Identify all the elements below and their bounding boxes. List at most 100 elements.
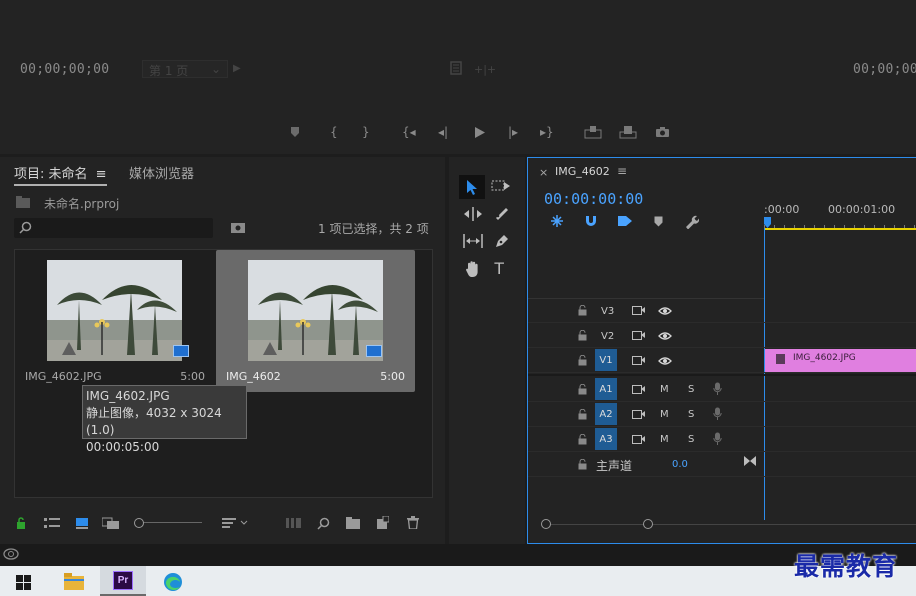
playhead-handle[interactable] <box>764 217 772 229</box>
add-marker-icon[interactable] <box>654 216 663 227</box>
insert-icon[interactable] <box>584 125 602 139</box>
go-to-out-icon[interactable]: ▸} <box>540 125 554 139</box>
sync-lock-icon[interactable] <box>632 355 645 366</box>
trash-icon[interactable] <box>407 516 419 529</box>
lock-icon[interactable] <box>578 384 587 395</box>
page-select[interactable]: 第 1 页 ⌄ <box>142 60 228 78</box>
wrench-icon[interactable] <box>684 214 699 229</box>
eye-icon[interactable] <box>658 306 672 316</box>
time-ruler[interactable] <box>764 221 916 230</box>
project-item[interactable]: IMG_4602 5:00 <box>216 250 415 392</box>
microphone-icon[interactable] <box>713 382 722 396</box>
icon-view-icon[interactable] <box>76 517 88 529</box>
freeform-view-icon[interactable] <box>102 517 120 529</box>
track-v1[interactable]: V1 IMG_4602.JPG <box>528 348 916 373</box>
pen-tool[interactable] <box>494 233 510 249</box>
automate-to-sequence-icon[interactable] <box>286 518 302 528</box>
master-volume[interactable]: 0.0 <box>672 459 688 470</box>
mark-out-icon[interactable]: } <box>362 125 370 139</box>
step-back-icon[interactable]: ◂| <box>438 125 448 139</box>
mute-button[interactable]: M <box>660 434 669 445</box>
slip-tool[interactable] <box>463 234 483 248</box>
sequence-tab[interactable]: IMG_4602 <box>555 165 610 178</box>
sync-lock-icon[interactable] <box>632 330 645 341</box>
close-icon[interactable]: × <box>539 166 548 179</box>
file-explorer-icon[interactable] <box>64 573 84 590</box>
windows-start-icon[interactable] <box>16 575 31 590</box>
sort-icon[interactable] <box>222 517 248 529</box>
panel-menu-icon[interactable]: ≡ <box>96 167 107 182</box>
eye-icon[interactable] <box>658 331 672 341</box>
scrollbar-handle-right[interactable] <box>643 519 653 529</box>
microphone-icon[interactable] <box>713 407 722 421</box>
project-item[interactable]: IMG_4602.JPG 5:00 <box>15 250 215 392</box>
sync-lock-icon[interactable] <box>632 409 645 420</box>
selection-tool[interactable] <box>459 175 485 199</box>
play-icon[interactable] <box>474 126 486 139</box>
go-to-in-icon[interactable]: {◂ <box>402 125 416 139</box>
tab-media-browser[interactable]: 媒体浏览器 <box>129 163 194 182</box>
ripple-edit-tool[interactable] <box>463 207 483 221</box>
lock-icon[interactable] <box>578 434 587 445</box>
track-target-a2[interactable]: A2 <box>595 403 617 425</box>
waveform-icon[interactable]: +|+ <box>474 63 496 76</box>
taskbar-premiere-button[interactable]: Pr <box>100 566 146 596</box>
lock-icon[interactable] <box>578 330 587 341</box>
creative-cloud-icon[interactable] <box>3 548 19 560</box>
track-a3[interactable]: A3 M S <box>528 427 916 452</box>
sync-lock-icon[interactable] <box>632 384 645 395</box>
find-icon[interactable] <box>317 517 330 530</box>
play-arrow-icon[interactable]: ▶ <box>233 63 241 74</box>
step-forward-icon[interactable]: |▸ <box>508 125 518 139</box>
search-input[interactable] <box>14 218 213 238</box>
go-to-end-icon[interactable] <box>744 456 756 466</box>
solo-button[interactable]: S <box>688 384 694 395</box>
tab-project[interactable]: 项目: 未命名 ≡ <box>14 163 107 186</box>
mute-button[interactable]: M <box>660 384 669 395</box>
camera-icon[interactable] <box>655 126 670 138</box>
linked-selection-icon[interactable] <box>617 214 633 228</box>
scrollbar-handle-left[interactable] <box>541 519 551 529</box>
playhead-timecode[interactable]: 00:00:00:00 <box>544 190 643 208</box>
microphone-icon[interactable] <box>713 432 722 446</box>
track-a1[interactable]: A1 M S <box>528 377 916 402</box>
timeline-clip[interactable]: IMG_4602.JPG <box>765 349 916 372</box>
solo-button[interactable]: S <box>688 409 694 420</box>
lock-icon[interactable] <box>578 409 587 420</box>
lock-icon[interactable] <box>16 517 26 529</box>
mark-in-icon[interactable]: { <box>330 125 338 139</box>
track-v2[interactable]: V2 <box>528 324 916 348</box>
lock-icon[interactable] <box>578 459 587 470</box>
edge-browser-icon[interactable] <box>162 572 184 592</box>
list-view-icon[interactable] <box>44 517 60 529</box>
track-v3[interactable]: V3 <box>528 299 916 323</box>
type-tool[interactable]: T <box>494 259 504 279</box>
hand-tool[interactable] <box>464 260 482 278</box>
sync-lock-icon[interactable] <box>632 434 645 445</box>
lock-icon[interactable] <box>578 355 587 366</box>
snap-icon[interactable] <box>584 214 598 228</box>
sync-lock-icon[interactable] <box>632 305 645 316</box>
nest-icon[interactable] <box>550 214 564 228</box>
track-master[interactable]: 主声道 0.0 <box>528 452 916 477</box>
zoom-slider-handle[interactable] <box>134 518 144 528</box>
track-select-tool[interactable] <box>491 179 511 193</box>
find-bin-icon[interactable] <box>231 221 246 233</box>
solo-button[interactable]: S <box>688 434 694 445</box>
marker-icon[interactable] <box>290 126 300 138</box>
track-a2[interactable]: A2 M S <box>528 402 916 427</box>
new-bin-icon[interactable] <box>346 517 361 529</box>
source-timecode-left[interactable]: 00;00;00;00 <box>20 62 109 77</box>
mute-button[interactable]: M <box>660 409 669 420</box>
eye-icon[interactable] <box>658 356 672 366</box>
track-target-a1[interactable]: A1 <box>595 378 617 400</box>
overwrite-icon[interactable] <box>619 125 637 139</box>
zoom-slider[interactable] <box>134 518 204 528</box>
razor-tool[interactable] <box>493 205 509 221</box>
timeline-scrollbar[interactable] <box>541 519 916 531</box>
lock-icon[interactable] <box>578 305 587 316</box>
panel-menu-icon[interactable]: ≡ <box>617 164 627 178</box>
film-icon[interactable] <box>450 61 462 75</box>
track-target-v1[interactable]: V1 <box>595 349 617 371</box>
track-target-a3[interactable]: A3 <box>595 428 617 450</box>
